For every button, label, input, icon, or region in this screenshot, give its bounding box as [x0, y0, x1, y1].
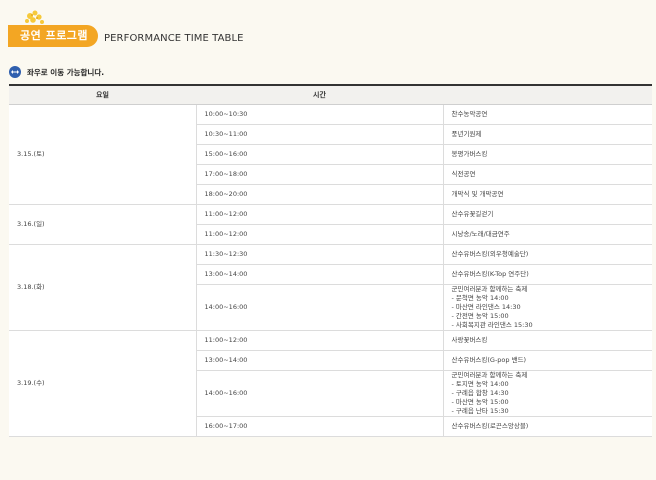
time-cell: 11:30~12:30: [196, 244, 444, 265]
program-line: 식전공연: [451, 170, 476, 178]
program-line: 풍년기원제: [451, 130, 482, 138]
program-line: 시낭송/노래/대금연주: [451, 230, 510, 238]
header-program: [443, 84, 652, 105]
time-cell: 18:00~20:00: [196, 184, 444, 205]
table-row: 3.19.(수) 11:00~12:00 사랑꽃버스킹: [9, 330, 652, 437]
program-line: 군민여러분과 함께하는 축제: [451, 371, 528, 379]
program-line: - 구례읍 난타 15:30: [451, 407, 509, 415]
time-cell: 10:30~11:00: [196, 124, 444, 145]
program-cell: 산수유버스킹(로끈스앙상블): [443, 416, 652, 437]
program-cell: 개막식 및 개막공연: [443, 184, 652, 205]
program-line: - 사회복지관 라인댄스 15:30: [451, 321, 533, 329]
section-badge: 공연 프로그램: [8, 25, 98, 47]
program-line: - 문척면 농악 14:00: [451, 294, 509, 302]
day-cell: 3.18.(화): [9, 244, 197, 331]
time-cell: 13:00~14:00: [196, 264, 444, 285]
program-line: - 간전면 농악 15:00: [451, 312, 509, 320]
program-cell: 풍년기원제: [443, 124, 652, 145]
time-cell: 14:00~16:00: [196, 284, 444, 331]
program-cell: 군민여러분과 함께하는 축제 - 토지면 농악 14:00- 구례읍 합창 14:…: [443, 370, 652, 417]
time-cell: 10:00~10:30: [196, 104, 444, 125]
time-cell: 11:00~12:00: [196, 224, 444, 245]
program-line: - 마산면 농악 15:00: [451, 398, 509, 406]
program-cell: 식전공연: [443, 164, 652, 185]
timetable: 요일 시간 3.15.(토) 10:00~10:30 찬수농악공연 10:30~11:…: [9, 84, 652, 437]
section-subtitle: PERFORMANCE TIME TABLE: [104, 33, 244, 44]
program-cell: 군민여러분과 함께하는 축제 - 문척면 농악 14:00- 마산면 라인댄스 1…: [443, 284, 652, 331]
program-line: 군민여러분과 함께하는 축제: [451, 285, 528, 293]
program-cell: 사랑꽃버스킹: [443, 330, 652, 351]
time-cell: 13:00~14:00: [196, 350, 444, 371]
program-cell: 산수유꽃길걷기: [443, 204, 652, 225]
day-cell: 3.15.(토): [9, 104, 197, 205]
program-line: 찬수농악공연: [451, 110, 488, 118]
header-time: 시간: [196, 84, 443, 105]
program-line: 산수유버스킹(G-pop 밴드): [451, 356, 527, 364]
program-line: 산수유버스킹(로끈스앙상블): [451, 422, 529, 430]
program-line: 산수유버스킹(K-Top 연주단): [451, 270, 529, 278]
swipe-arrows-icon: [9, 66, 21, 78]
header-day: 요일: [9, 84, 196, 105]
time-cell: 11:00~12:00: [196, 330, 444, 351]
time-cell: 16:00~17:00: [196, 416, 444, 437]
program-cell: 산수유버스킹(G-pop 밴드): [443, 350, 652, 371]
program-line: 산수유버스킹(외우청예술단): [451, 250, 529, 258]
program-line: - 마산면 라인댄스 14:30: [451, 303, 521, 311]
program-line: - 토지면 농악 14:00: [451, 380, 509, 388]
program-cell: 산수유버스킹(외우청예술단): [443, 244, 652, 265]
program-cell: 시낭송/노래/대금연주: [443, 224, 652, 245]
program-line: 개막식 및 개막공연: [451, 190, 504, 198]
program-line: - 구례읍 합창 14:30: [451, 389, 509, 397]
day-cell: 3.19.(수): [9, 330, 197, 437]
scroll-notice-text: 좌우로 이동 가능합니다.: [27, 67, 105, 77]
time-cell: 11:00~12:00: [196, 204, 444, 225]
program-cell: 산수유버스킹(K-Top 연주단): [443, 264, 652, 285]
program-cell: 봉평가버스킹: [443, 144, 652, 165]
program-line: 봉평가버스킹: [451, 150, 488, 158]
table-row: 3.18.(화) 11:30~12:30 산수유버스킹(외우청예술단): [9, 244, 652, 331]
table-row: 3.15.(토) 10:00~10:30 찬수농악공연: [9, 104, 652, 205]
day-cell: 3.16.(일): [9, 204, 197, 245]
program-cell: 찬수농악공연: [443, 104, 652, 125]
program-line: 사랑꽃버스킹: [451, 336, 488, 344]
scroll-notice: 좌우로 이동 가능합니다.: [9, 66, 104, 78]
time-cell: 15:00~16:00: [196, 144, 444, 165]
time-cell: 14:00~16:00: [196, 370, 444, 417]
time-cell: 17:00~18:00: [196, 164, 444, 185]
program-line: 산수유꽃길걷기: [451, 210, 494, 218]
table-row: 3.16.(일) 11:00~12:00 산수유꽃길걷기: [9, 204, 652, 245]
